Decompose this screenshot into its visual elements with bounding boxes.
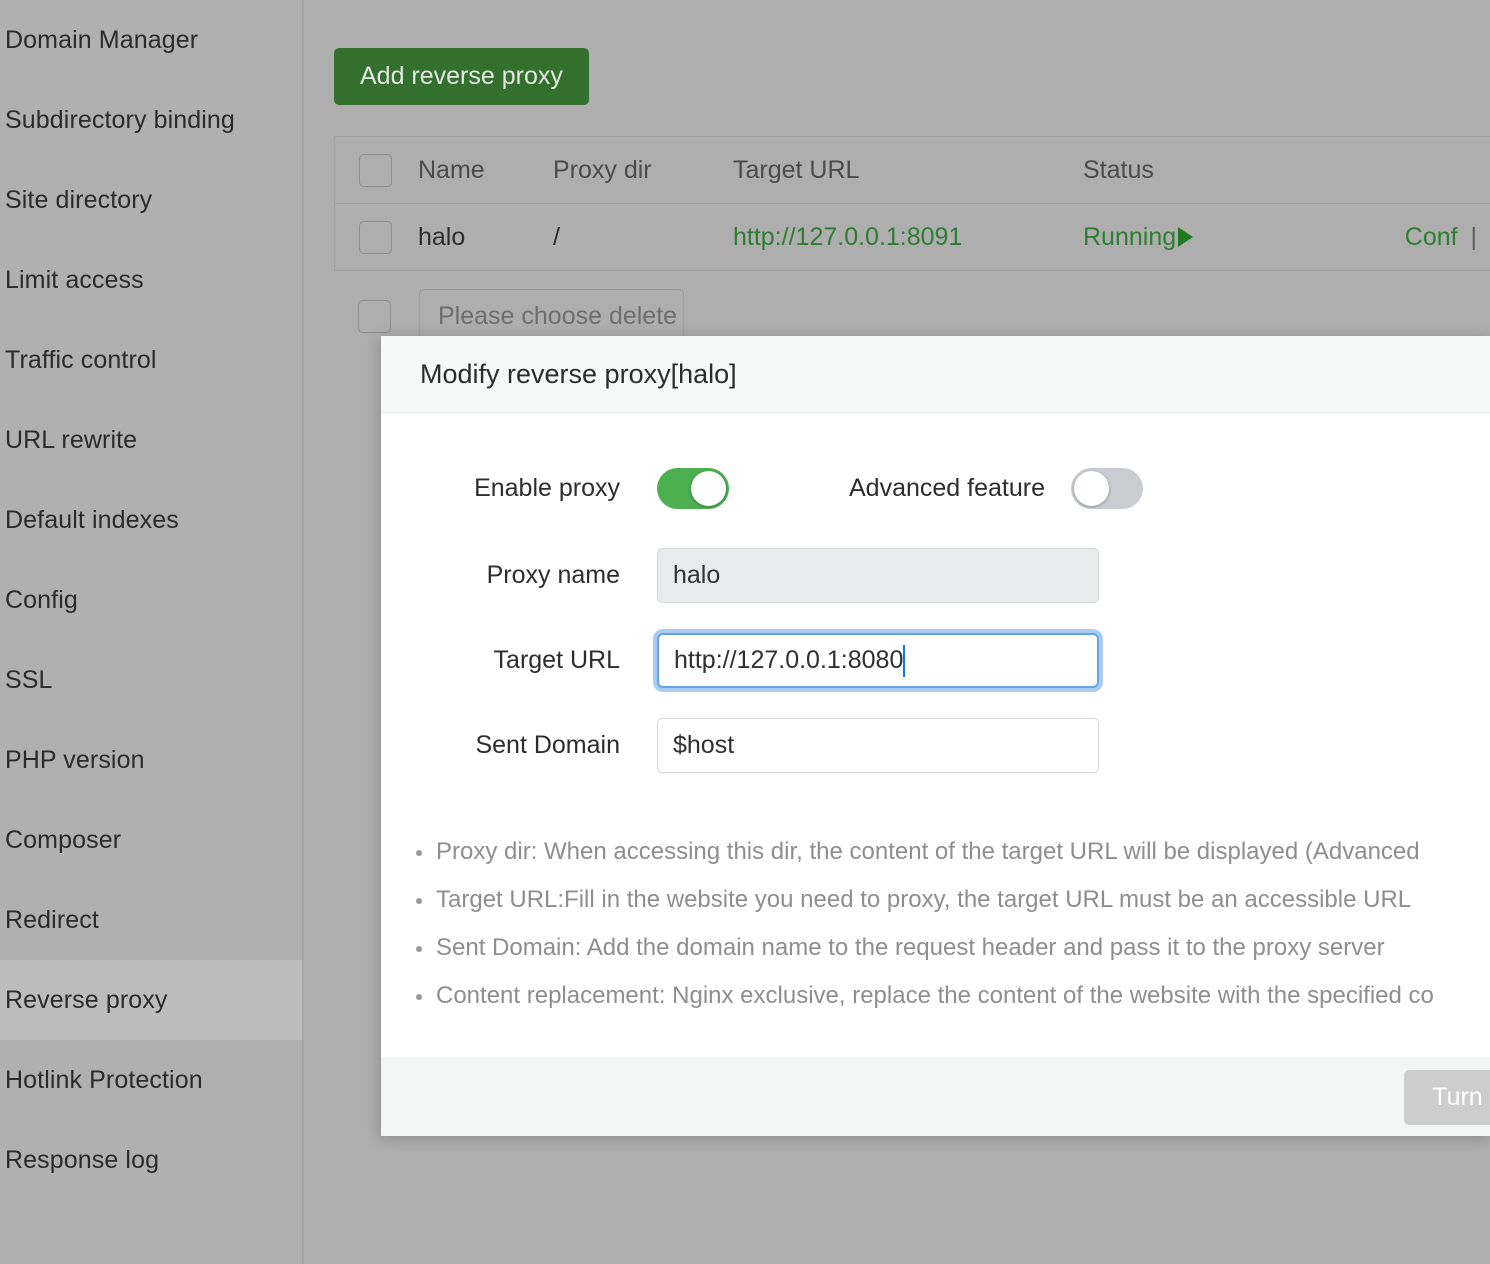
select-all-checkbox[interactable] <box>358 153 392 187</box>
delete-action-select[interactable]: Please choose delete <box>419 289 684 343</box>
help-note-item: Sent Domain: Add the domain name to the … <box>401 924 1490 972</box>
sidebar-item-traffic-control[interactable]: Traffic control <box>0 320 302 400</box>
table-row: halo / http://127.0.0.1:8091 Running Con… <box>335 204 1490 271</box>
sidebar-item-label: URL rewrite <box>5 425 138 454</box>
sidebar: Domain Manager Subdirectory binding Site d… <box>0 0 303 1264</box>
sidebar-item-label: Traffic control <box>5 345 157 374</box>
status-badge: Running <box>1083 222 1194 252</box>
dialog-header: Modify reverse proxy[halo] <box>381 336 1490 413</box>
sidebar-item-config[interactable]: Config <box>0 560 302 640</box>
sidebar-item-domain-manager[interactable]: Domain Manager <box>0 0 302 80</box>
proxy-name-row: Proxy name <box>381 548 1490 603</box>
toggles-row: Enable proxy Advanced feature <box>381 458 1490 518</box>
row-checkbox[interactable] <box>358 220 392 254</box>
bulk-delete-bar: Please choose delete <box>334 289 1490 343</box>
sidebar-item-label: SSL <box>5 665 53 694</box>
column-header-name: Name <box>418 155 485 184</box>
proxy-name-label: Proxy name <box>486 561 620 589</box>
sent-domain-row: Sent Domain <box>381 718 1490 773</box>
column-header-operation: Operation <box>1365 156 1490 185</box>
sent-domain-input[interactable] <box>657 718 1099 773</box>
advanced-feature-label: Advanced feature <box>849 473 1045 502</box>
sidebar-item-label: Response log <box>5 1145 160 1174</box>
bulk-select-checkbox[interactable] <box>358 299 391 333</box>
sidebar-item-label: Composer <box>5 825 122 854</box>
column-header-proxy-dir: Proxy dir <box>553 155 652 184</box>
sidebar-item-label: Redirect <box>5 905 99 934</box>
target-url-label: Target URL <box>493 646 620 674</box>
enable-proxy-label: Enable proxy <box>474 473 620 502</box>
sidebar-item-hotlink-protection[interactable]: Hotlink Protection <box>0 1040 302 1120</box>
sidebar-item-label: Default indexes <box>5 505 179 534</box>
dialog-body: Enable proxy Advanced feature Proxy name… <box>381 413 1490 1058</box>
target-url-link[interactable]: http://127.0.0.1:8091 <box>733 223 962 251</box>
help-note-item: Target URL:Fill in the website you need … <box>401 876 1490 924</box>
sidebar-item-site-directory[interactable]: Site directory <box>0 160 302 240</box>
status-label: Running <box>1083 222 1177 251</box>
advanced-feature-toggle-knob <box>1073 470 1109 506</box>
cell-target-url: http://127.0.0.1:8091 <box>730 223 1080 252</box>
enable-proxy-toggle-knob <box>691 470 726 506</box>
text-cursor <box>903 645 905 677</box>
advanced-feature-toggle[interactable] <box>1070 467 1143 509</box>
cell-status: Running <box>1080 223 1365 252</box>
modify-reverse-proxy-dialog: Modify reverse proxy[halo] Enable proxy … <box>381 336 1490 1136</box>
reverse-proxy-table: Name Proxy dir Target URL Status Operati… <box>334 136 1490 271</box>
sidebar-item-label: Config <box>5 585 78 614</box>
sidebar-item-reverse-proxy[interactable]: Reverse proxy <box>0 960 302 1040</box>
row-select-cell <box>335 220 415 254</box>
sidebar-item-ssl[interactable]: SSL <box>0 640 302 720</box>
sidebar-item-label: Limit access <box>5 265 144 294</box>
sidebar-item-label: Hotlink Protection <box>5 1065 203 1094</box>
add-reverse-proxy-button[interactable]: Add reverse proxy <box>334 48 589 105</box>
sidebar-item-composer[interactable]: Composer <box>0 800 302 880</box>
sidebar-item-url-rewrite[interactable]: URL rewrite <box>0 400 302 480</box>
app-root: Domain Manager Subdirectory binding Site d… <box>0 0 1490 1264</box>
dialog-footer: Turn off <box>381 1058 1490 1136</box>
target-url-input[interactable] <box>657 633 1099 688</box>
play-icon[interactable] <box>1178 227 1194 247</box>
conf-link[interactable]: Conf <box>1405 223 1458 251</box>
help-note-item: Proxy dir: When accessing this dir, the … <box>401 828 1490 876</box>
sidebar-item-default-indexes[interactable]: Default indexes <box>0 480 302 560</box>
dialog-title: Modify reverse proxy[halo] <box>420 358 737 389</box>
column-header-status: Status <box>1083 155 1154 184</box>
turn-off-button[interactable]: Turn off <box>1404 1070 1490 1125</box>
sidebar-item-label: Reverse proxy <box>5 985 168 1014</box>
cell-name: halo <box>418 222 466 251</box>
sidebar-item-php-version[interactable]: PHP version <box>0 720 302 800</box>
help-notes-list: Proxy dir: When accessing this dir, the … <box>401 828 1490 1020</box>
target-url-focus-wrapper <box>657 633 1099 688</box>
cell-proxy-dir: / <box>553 222 560 251</box>
sidebar-item-response-log[interactable]: Response log <box>0 1120 302 1200</box>
sidebar-item-redirect[interactable]: Redirect <box>0 880 302 960</box>
help-note-item: Content replacement: Nginx exclusive, re… <box>401 972 1490 1020</box>
operation-separator-1: | <box>1470 222 1478 251</box>
sent-domain-label: Sent Domain <box>475 731 620 759</box>
sidebar-item-label: Site directory <box>5 185 153 214</box>
sidebar-item-subdirectory-binding[interactable]: Subdirectory binding <box>0 80 302 160</box>
target-url-row: Target URL <box>381 633 1490 688</box>
proxy-name-input[interactable] <box>657 548 1099 603</box>
sidebar-item-label: Domain Manager <box>5 25 199 54</box>
sidebar-item-label: Subdirectory binding <box>5 105 235 134</box>
sidebar-item-limit-access[interactable]: Limit access <box>0 240 302 320</box>
select-all-cell <box>335 153 415 187</box>
cell-operations: Conf | Edit | Del <box>1365 223 1490 252</box>
sidebar-item-label: PHP version <box>5 745 145 774</box>
table-header-row: Name Proxy dir Target URL Status Operati… <box>335 137 1490 204</box>
enable-proxy-toggle[interactable] <box>657 467 729 509</box>
column-header-target-url: Target URL <box>733 155 860 184</box>
